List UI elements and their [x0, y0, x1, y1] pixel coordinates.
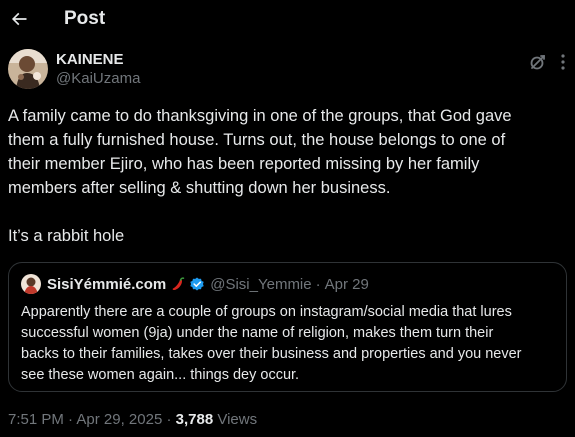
quoted-text-line: see these women again... things dey occu… [21, 367, 300, 383]
tweet-text: A family came to do thanksgiving in one … [8, 104, 568, 248]
dot-separator: · [315, 275, 321, 293]
tweet-time[interactable]: 7:51 PM [8, 411, 64, 428]
tweet-date[interactable]: Apr 29, 2025 [76, 411, 162, 428]
views-count: 3,788 [175, 411, 214, 428]
tweet-text-line: It’s a rabbit hole [8, 227, 125, 245]
quoted-text-line: backs to their families, takes over thei… [21, 346, 522, 362]
post-header: Post [0, 0, 575, 40]
quoted-author-avatar[interactable] [21, 274, 41, 294]
quoted-text-line: successful women (9ja) under the name of… [21, 325, 494, 341]
quoted-avatar-photo [21, 274, 41, 294]
arrow-left-icon [11, 12, 27, 26]
tweet-text-line: their member Ejiro, who has been reporte… [8, 155, 480, 173]
chili-pepper-icon [170, 276, 186, 292]
back-button[interactable] [2, 2, 36, 36]
quoted-text-line: Apparently there are a couple of groups … [21, 304, 512, 320]
dot-separator: · [68, 411, 74, 428]
tweet-meta: 7:51 PM · Apr 29, 2025 · 3,788 Views [8, 411, 257, 428]
quoted-tweet-header: SisiYémmié.com @Sisi_Yemmie · Apr 29 [21, 273, 369, 295]
dot-separator: · [166, 411, 172, 428]
author-display-name[interactable]: KAINENE [56, 51, 124, 68]
grok-icon [530, 55, 545, 70]
quoted-tweet-date[interactable]: Apr 29 [325, 276, 369, 293]
quoted-tweet-card[interactable]: SisiYémmié.com @Sisi_Yemmie · Apr 29 App… [8, 262, 567, 392]
page-title: Post [64, 8, 106, 29]
tweet-text-line: A family came to do thanksgiving in one … [8, 107, 512, 125]
tweet-text-line: them a fully furnished house. Turns out,… [8, 131, 506, 149]
grok-button[interactable] [527, 51, 549, 73]
tweet-text-line: members after selling & shutting down he… [8, 179, 391, 197]
views-label: Views [217, 411, 258, 428]
avatar-photo [8, 49, 48, 89]
quoted-author-handle[interactable]: @Sisi_Yemmie [210, 276, 311, 293]
more-options-button[interactable] [553, 51, 573, 73]
author-handle[interactable]: @KaiUzama [56, 70, 140, 87]
quoted-author-display-name[interactable]: SisiYémmié.com [47, 276, 166, 293]
more-dots-icon [561, 54, 565, 70]
author-avatar[interactable] [8, 49, 48, 89]
quoted-tweet-text: Apparently there are a couple of groups … [21, 302, 556, 386]
post-page: Post KAINENE @KaiUzama A family came to … [0, 0, 575, 437]
verified-badge-icon[interactable] [189, 276, 205, 292]
